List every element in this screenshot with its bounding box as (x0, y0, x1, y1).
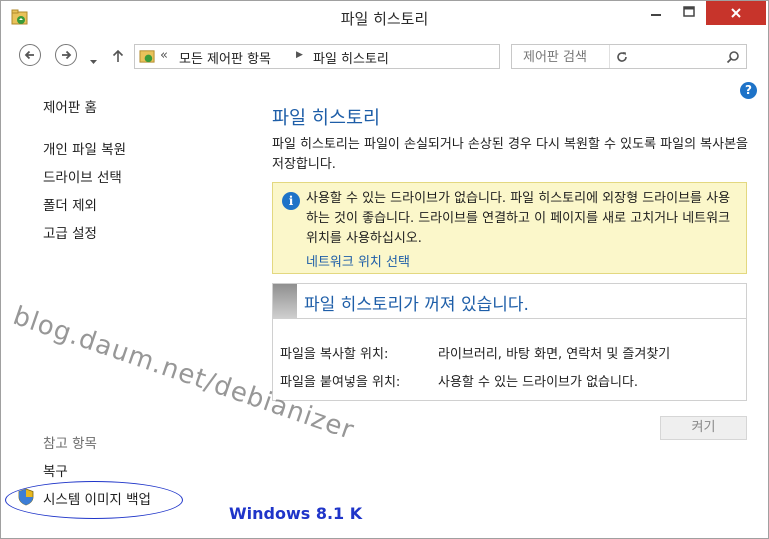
search-box[interactable] (511, 44, 747, 69)
close-icon (731, 8, 741, 18)
maximize-button[interactable] (673, 1, 705, 23)
copy-location-value: 라이브러리, 바탕 화면, 연락처 및 즐겨찾기 (438, 347, 671, 362)
highlight-ellipse (5, 481, 183, 519)
sidebar-item-advanced-settings[interactable]: 고급 설정 (43, 222, 97, 242)
turn-on-button[interactable]: 켜기 (660, 416, 747, 440)
status-indicator (273, 284, 297, 318)
search-input[interactable] (521, 46, 725, 69)
maximize-icon (683, 6, 695, 17)
address-bar[interactable]: « 모든 제어판 항목 ▶ 파일 히스토리 (134, 44, 627, 69)
up-button[interactable] (111, 48, 125, 67)
minimize-button[interactable] (641, 1, 671, 23)
back-button[interactable] (19, 44, 41, 66)
sidebar-item-restore-personal-files[interactable]: 개인 파일 복원 (43, 138, 126, 158)
help-icon[interactable]: ? (740, 82, 757, 99)
status-title: 파일 히스토리가 꺼져 있습니다. (304, 295, 529, 315)
breadcrumb-separator-icon[interactable]: ▶ (296, 50, 303, 60)
sidebar-item-recovery[interactable]: 복구 (43, 460, 68, 480)
annotation-caption: Windows 8.1 K (229, 504, 363, 523)
recent-locations-button[interactable] (89, 51, 98, 70)
select-network-location-link[interactable]: 네트워크 위치 선택 (306, 251, 410, 270)
info-message: 사용할 수 있는 드라이브가 없습니다. 파일 히스토리에 외장형 드라이브를 … (306, 191, 731, 246)
breadcrumb-all-control-panel-items[interactable]: 모든 제어판 항목 (179, 48, 271, 67)
page-title: 파일 히스토리 (272, 108, 381, 129)
sidebar-item-exclude-folders[interactable]: 폴더 제외 (43, 194, 97, 214)
navigation-bar: « 모든 제어판 항목 ▶ 파일 히스토리 (1, 39, 768, 75)
paste-location-label: 파일을 붙여넣을 위치: (280, 375, 401, 390)
page-description: 파일 히스토리는 파일이 손실되거나 손상된 경우 다시 복원할 수 있도록 파… (272, 137, 749, 172)
window: 파일 히스토리 « 모든 제어판 항목 ▶ 파일 히스토리 제어판 검색 ? 제… (0, 0, 769, 539)
see-also-header: 참고 항목 (43, 436, 97, 452)
status-header: 파일 히스토리가 꺼져 있습니다. (273, 284, 746, 319)
file-history-folder-icon (139, 48, 156, 68)
sidebar-item-select-drive[interactable]: 드라이브 선택 (43, 166, 122, 186)
info-icon: i (282, 192, 300, 210)
breadcrumb-overflow[interactable]: « (160, 48, 168, 63)
breadcrumb-file-history[interactable]: 파일 히스토리 (313, 48, 389, 67)
chevron-down-icon (90, 60, 97, 64)
info-banner: i 사용할 수 있는 드라이브가 없습니다. 파일 히스토리에 외장형 드라이브… (272, 182, 747, 274)
close-button[interactable] (706, 1, 766, 25)
copy-location-label: 파일을 복사할 위치: (280, 347, 389, 362)
arrow-right-icon (62, 50, 72, 60)
arrow-up-icon (112, 49, 124, 62)
search-icon[interactable] (726, 49, 740, 68)
minimize-icon (651, 14, 661, 16)
title-bar: 파일 히스토리 (1, 1, 768, 35)
forward-button[interactable] (55, 44, 77, 66)
paste-location-value: 사용할 수 있는 드라이브가 없습니다. (438, 375, 639, 390)
arrow-left-icon (24, 50, 34, 60)
sidebar-item-control-panel-home[interactable]: 제어판 홈 (43, 96, 97, 116)
status-panel: 파일 히스토리가 꺼져 있습니다. 파일을 복사할 위치: 라이브러리, 바탕 … (272, 283, 747, 401)
